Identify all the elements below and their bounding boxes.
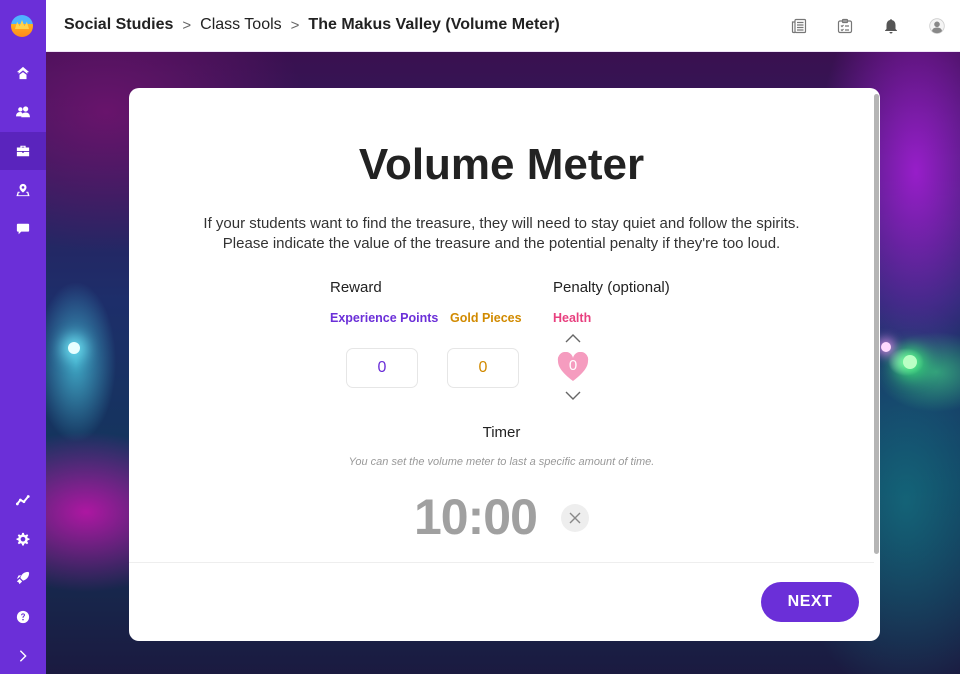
description-line-1: If your students want to find the treasu…: [203, 215, 800, 232]
chevron-up-icon: [565, 334, 581, 343]
user-avatar-icon: [929, 18, 945, 34]
breadcrumb-separator: >: [182, 16, 192, 34]
breadcrumb-item-social-studies[interactable]: Social Studies: [64, 16, 173, 34]
timer-hint: You can set the volume meter to last a s…: [348, 456, 655, 468]
bell-icon: [885, 19, 897, 34]
sidebar-item-messages[interactable]: [0, 210, 46, 248]
sidebar-item-home[interactable]: [0, 54, 46, 92]
sidebar-item-students[interactable]: [0, 93, 46, 131]
dialog-description: If your students want to find the treasu…: [129, 214, 874, 254]
rocket-icon: [16, 571, 30, 585]
chevron-down-icon: [565, 391, 581, 400]
home-icon: [16, 66, 30, 80]
sidebar-item-help[interactable]: [0, 598, 46, 636]
breadcrumb-item-class-tools[interactable]: Class Tools: [200, 16, 282, 34]
chat-icon: [16, 223, 30, 235]
description-line-2: Please indicate the value of the treasur…: [222, 235, 781, 252]
help-icon: [16, 610, 30, 624]
penalty-label: Penalty (optional): [553, 279, 670, 296]
next-button[interactable]: NEXT: [761, 582, 859, 622]
timer-clear-button[interactable]: [561, 504, 589, 532]
health-value[interactable]: 0: [557, 352, 589, 382]
spirit-light: [903, 355, 917, 369]
breadcrumb: Social Studies > Class Tools > The Makus…: [64, 16, 560, 34]
news-button[interactable]: [776, 0, 822, 52]
gold-pieces-label: Gold Pieces: [450, 311, 522, 325]
chevron-right-icon: [19, 650, 27, 662]
experience-points-input[interactable]: 0: [346, 348, 418, 388]
user-profile-button[interactable]: [914, 0, 960, 52]
health-decrement-button[interactable]: [563, 389, 583, 403]
health-label: Health: [553, 311, 592, 325]
breadcrumb-item-current: The Makus Valley (Volume Meter): [308, 16, 560, 33]
health-increment-button[interactable]: [563, 331, 583, 345]
newspaper-icon: [791, 18, 807, 34]
briefcase-icon: [16, 145, 30, 157]
gear-icon: [16, 532, 30, 546]
spirit-light: [68, 342, 80, 354]
notifications-button[interactable]: [868, 0, 914, 52]
map-pin-icon: [16, 183, 30, 197]
sidebar-expand-button[interactable]: [0, 637, 46, 674]
experience-points-label: Experience Points: [330, 311, 439, 325]
timer-value[interactable]: 10:00: [414, 488, 538, 546]
dialog-footer-divider: [129, 562, 874, 563]
spirit-light: [881, 342, 891, 352]
reward-label: Reward: [330, 279, 382, 296]
clipboard-icon: [837, 18, 853, 34]
sidebar-item-class-tools[interactable]: [0, 132, 46, 170]
app-logo[interactable]: [11, 15, 33, 37]
sidebar-item-reports[interactable]: [0, 481, 46, 519]
breadcrumb-separator: >: [290, 16, 300, 34]
gold-pieces-input[interactable]: 0: [447, 348, 519, 388]
sidebar-item-map[interactable]: [0, 171, 46, 209]
dialog-scrollbar[interactable]: [874, 94, 879, 554]
dialog-title: Volume Meter: [358, 140, 645, 189]
volume-meter-dialog: Volume Meter If your students want to fi…: [129, 88, 880, 641]
clipboard-button[interactable]: [822, 0, 868, 52]
timer-label: Timer: [482, 424, 521, 441]
sidebar: [0, 0, 46, 674]
users-icon: [16, 106, 30, 118]
health-value-text: 0: [568, 357, 578, 374]
sidebar-item-tools[interactable]: [0, 559, 46, 597]
top-bar: Social Studies > Class Tools > The Makus…: [46, 0, 960, 52]
close-icon: [569, 512, 581, 524]
header-actions: [776, 0, 960, 52]
sidebar-item-settings[interactable]: [0, 520, 46, 558]
trend-icon: [16, 495, 30, 506]
